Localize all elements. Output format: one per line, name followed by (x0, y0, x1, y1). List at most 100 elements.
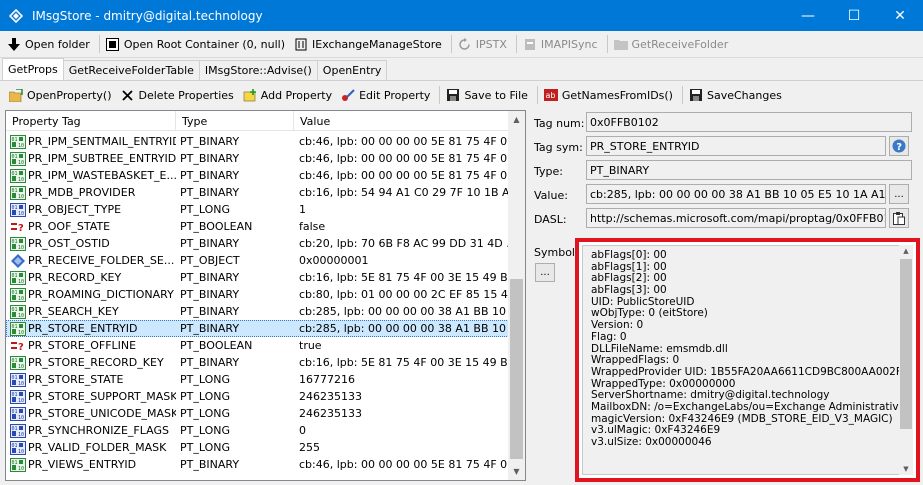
list-vertical-scrollbar[interactable]: ▲ ▼ (508, 111, 525, 480)
svg-text:10: 10 (18, 364, 24, 370)
scroll-down-arrow-icon[interactable]: ▼ (899, 463, 913, 475)
scroll-up-arrow-icon[interactable]: ▲ (899, 245, 913, 257)
table-row[interactable]: ? PR_STORE_OFFLINE PT_BOOLEAN true (6, 337, 509, 354)
table-row[interactable]: 01 10 PR_IPM_WASTEBASKET_E... PT_BINARY cb:4… (6, 167, 509, 184)
property-tag-text: PR_SYNCHRONIZE_FLAGS (28, 424, 169, 437)
table-row[interactable]: 01 10 PR_SYNCHRONIZE_FLAGS PT_LONG 0 (6, 422, 509, 439)
tab-getreceivefoldertable[interactable]: GetReceiveFolderTable (62, 60, 200, 80)
svg-text:10: 10 (18, 415, 24, 421)
dasl-field[interactable]: http://schemas.microsoft.com/mapi/propta… (586, 208, 886, 228)
edit-property-button[interactable]: Edit Property (338, 84, 436, 106)
value-edit-button[interactable]: ... (889, 184, 909, 204)
iexchange-manage-store-button[interactable]: IExchangeManageStore (291, 33, 448, 55)
table-row[interactable]: 01 10 PR_VALID_FOLDER_MASK PT_LONG 255 (6, 439, 509, 456)
copy-button[interactable] (889, 208, 909, 228)
table-row[interactable]: 01 10 PR_MDB_PROVIDER PT_BINARY cb:16, lpb: … (6, 184, 509, 201)
table-row[interactable]: 01 10 PR_IPM_SENTMAIL_ENTRYID PT_BINARY cb:4… (6, 133, 509, 150)
property-type-cell: PT_LONG (180, 203, 230, 216)
property-list[interactable]: Property Tag Type Value 01 10 PR_IPM_SENTM… (5, 110, 526, 481)
window-title: IMsgStore - dmitry@digital.technology (32, 8, 263, 23)
property-tag-cell: 01 10 PR_OST_OSTID (6, 236, 176, 251)
column-header-type[interactable]: Type (176, 111, 294, 131)
symbol-line: Flag: 0 (591, 330, 627, 343)
value-label: Value: (534, 189, 568, 202)
open-folder-label: Open folder (25, 37, 90, 51)
table-row[interactable]: ? PR_OOF_STATE PT_BOOLEAN false (6, 218, 509, 235)
save-to-file-button[interactable]: Save to File (443, 84, 533, 106)
property-binary-icon: 01 10 (10, 236, 26, 251)
table-row[interactable]: 01 10 PR_STORE_RECORD_KEY PT_BINARY cb:16, l… (6, 354, 509, 371)
get-names-from-ids-button[interactable]: ab GetNamesFromIDs() (541, 84, 679, 106)
table-row[interactable]: 01 10 PR_SEARCH_KEY PT_BINARY cb:285, lpb: 0… (6, 303, 509, 320)
svg-text:10: 10 (18, 381, 24, 387)
table-row[interactable]: 01 10 PR_STORE_ENTRYID PT_BINARY cb:285, lpb… (6, 320, 509, 337)
delete-properties-button[interactable]: Delete Properties (118, 84, 240, 106)
tag-num-field[interactable]: 0x0FFB0102 (586, 112, 912, 132)
table-row[interactable]: 01 10 PR_RECORD_KEY PT_BINARY cb:16, lpb: 5E… (6, 269, 509, 286)
symbol-vertical-scrollbar[interactable]: ▲ ▼ (899, 245, 913, 475)
table-row[interactable]: 01 10 PR_ROAMING_DICTIONARY PT_BINARY cb:80,… (6, 286, 509, 303)
open-folder-button[interactable]: Open folder (4, 33, 96, 55)
type-field[interactable]: PT_BINARY (586, 160, 912, 180)
scroll-down-arrow-icon[interactable]: ▼ (508, 463, 525, 480)
property-type-cell: PT_BINARY (180, 237, 240, 250)
tab-getprops[interactable]: GetProps (2, 58, 64, 80)
property-boolean-icon: ? (10, 220, 26, 234)
column-header-value[interactable]: Value (294, 111, 509, 131)
add-property-label: Add Property (260, 88, 333, 102)
toolbar-separator (98, 35, 100, 53)
property-tag-cell: ? PR_STORE_OFFLINE (6, 339, 176, 353)
table-row[interactable]: 01 10 PR_STORE_STATE PT_LONG 16777216 (6, 371, 509, 388)
value-field[interactable]: cb:285, lpb: 00 00 00 00 38 A1 BB 10 05 … (586, 184, 886, 204)
imapisync-button[interactable]: IMAPISync (520, 33, 604, 55)
table-row[interactable]: 01 10 PR_OBJECT_TYPE PT_LONG 1 (6, 201, 509, 218)
property-tag-text: PR_OBJECT_TYPE (28, 203, 122, 216)
symbol-more-button[interactable]: ... (535, 263, 555, 282)
maximize-button[interactable]: ☐ (831, 0, 877, 31)
property-tag-cell: 01 10 PR_IPM_SENTMAIL_ENTRYID (6, 134, 176, 149)
save-changes-button[interactable]: SaveChanges (686, 84, 788, 106)
save-to-file-label: Save to File (464, 88, 528, 102)
tag-sym-field[interactable]: PR_STORE_ENTRYID (586, 136, 886, 156)
column-header-property-tag[interactable]: Property Tag (6, 111, 176, 131)
property-type-cell: PT_BINARY (180, 356, 240, 369)
list-header: Property Tag Type Value (6, 111, 509, 131)
property-value-cell: true (299, 339, 322, 352)
property-tag-cell: 01 10 PR_IPM_WASTEBASKET_E... (6, 168, 176, 183)
table-row[interactable]: PR_RECEIVE_FOLDER_SE... PT_OBJECT 0x000000… (6, 252, 509, 269)
property-rows: 01 10 PR_IPM_SENTMAIL_ENTRYID PT_BINARY cb:4… (6, 133, 509, 473)
add-property-button[interactable]: Add Property (240, 84, 338, 106)
ipstx-button[interactable]: IPSTX (455, 33, 513, 55)
symbol-line: v3.ulSize: 0x00000046 (591, 436, 712, 448)
clipboard-icon (893, 211, 905, 225)
scroll-thumb[interactable] (900, 259, 912, 429)
bracket-icon (294, 37, 308, 51)
property-type-cell: PT_BINARY (180, 169, 240, 182)
property-tag-text: PR_IPM_SUBTREE_ENTRYID (28, 152, 176, 165)
table-row[interactable]: 01 10 PR_VIEWS_ENTRYID PT_BINARY cb:46, lpb:… (6, 456, 509, 473)
tab-imsgstore-advise[interactable]: IMsgStore::Advise() (198, 60, 318, 80)
help-button[interactable]: ? (889, 136, 909, 156)
table-row[interactable]: 01 10 PR_STORE_SUPPORT_MASK PT_LONG 24623513… (6, 388, 509, 405)
minimize-button[interactable]: — (785, 0, 831, 31)
symbol-text-area[interactable]: abFlags[0]: 00 abFlags[1]: 00 abFlags[2]: … (582, 245, 903, 475)
table-row[interactable]: 01 10 PR_OST_OSTID PT_BINARY cb:20, lpb: 70 … (6, 235, 509, 252)
property-type-cell: PT_OBJECT (180, 254, 240, 267)
table-row[interactable]: 01 10 PR_IPM_SUBTREE_ENTRYID PT_BINARY cb:46… (6, 150, 509, 167)
table-row[interactable]: 01 10 PR_STORE_UNICODE_MASK PT_LONG 24623513… (6, 405, 509, 422)
edit-property-label: Edit Property (359, 88, 431, 102)
open-root-container-button[interactable]: Open Root Container (0, null) (103, 33, 291, 55)
property-type-cell: PT_LONG (180, 407, 230, 420)
open-property-button[interactable]: OpenProperty() (6, 84, 118, 106)
property-tag-cell: 01 10 PR_STORE_UNICODE_MASK (6, 406, 176, 421)
property-tag-cell: 01 10 PR_RECORD_KEY (6, 270, 176, 285)
save-changes-label: SaveChanges (706, 88, 782, 102)
svg-text:10: 10 (18, 330, 24, 336)
property-value-cell: cb:16, lpb: 5E 81 75 4F 00 3E 15 49 B... (299, 271, 509, 284)
get-receive-folder-button[interactable]: GetReceiveFolder (611, 33, 735, 55)
scroll-up-arrow-icon[interactable]: ▲ (508, 111, 525, 128)
tab-openentry[interactable]: OpenEntry (316, 60, 388, 80)
toolbar-separator (450, 35, 452, 53)
close-button[interactable]: ✕ (877, 0, 923, 31)
scroll-thumb[interactable] (510, 279, 523, 459)
